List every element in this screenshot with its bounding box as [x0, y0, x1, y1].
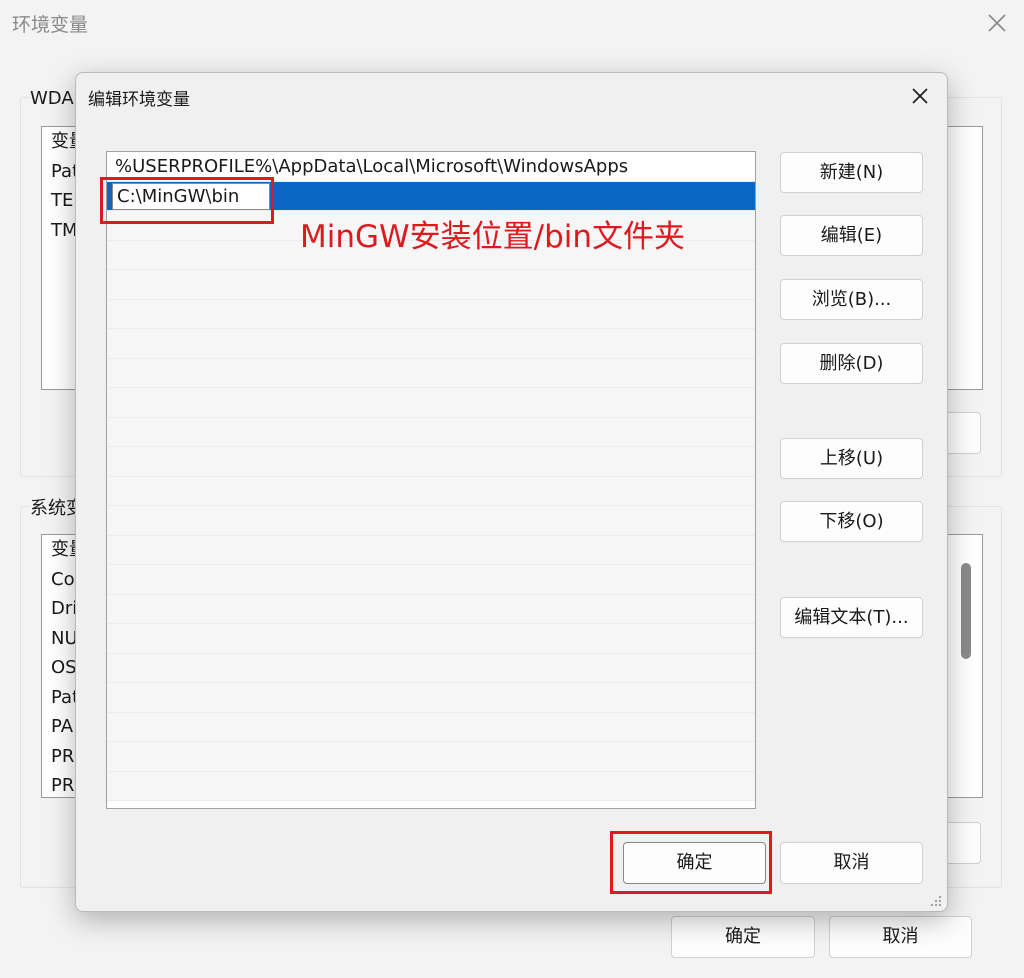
delete-button[interactable]: 删除(D)	[780, 343, 923, 384]
move-up-button[interactable]: 上移(U)	[780, 438, 923, 479]
empty-row[interactable]	[107, 417, 755, 447]
close-icon[interactable]	[984, 10, 1010, 36]
background-ok-button[interactable]: 确定	[671, 916, 815, 958]
empty-row[interactable]	[107, 712, 755, 742]
scrollbar-thumb[interactable]	[961, 563, 971, 659]
empty-row[interactable]	[107, 653, 755, 683]
browse-button[interactable]: 浏览(B)...	[780, 279, 923, 320]
resize-grip-icon[interactable]	[928, 893, 942, 907]
background-cancel-button[interactable]: 取消	[829, 916, 972, 958]
empty-row[interactable]	[107, 683, 755, 713]
empty-row[interactable]	[107, 270, 755, 300]
background-window-title: 环境变量	[12, 14, 89, 36]
empty-row[interactable]	[107, 476, 755, 506]
user-variables-label: WDA	[30, 88, 78, 109]
edit-text-button[interactable]: 编辑文本(T)...	[780, 597, 923, 638]
empty-row[interactable]	[107, 594, 755, 624]
empty-row[interactable]	[107, 535, 755, 565]
empty-row[interactable]	[107, 771, 755, 801]
annotation-highlight-path	[100, 177, 274, 224]
empty-row[interactable]	[107, 742, 755, 772]
annotation-label: MinGW安装位置/bin文件夹	[300, 219, 686, 255]
move-down-button[interactable]: 下移(O)	[780, 501, 923, 542]
empty-rows	[107, 211, 755, 801]
annotation-highlight-ok	[610, 831, 772, 894]
empty-row[interactable]	[107, 299, 755, 329]
empty-row[interactable]	[107, 624, 755, 654]
empty-row[interactable]	[107, 358, 755, 388]
empty-row[interactable]	[107, 329, 755, 359]
new-button[interactable]: 新建(N)	[780, 152, 923, 193]
empty-row[interactable]	[107, 388, 755, 418]
close-icon[interactable]	[908, 84, 932, 108]
edit-button[interactable]: 编辑(E)	[780, 215, 923, 256]
dialog-title: 编辑环境变量	[88, 90, 190, 110]
empty-row[interactable]	[107, 506, 755, 536]
empty-row[interactable]	[107, 565, 755, 595]
cancel-button[interactable]: 取消	[780, 842, 923, 884]
empty-row[interactable]	[107, 447, 755, 477]
